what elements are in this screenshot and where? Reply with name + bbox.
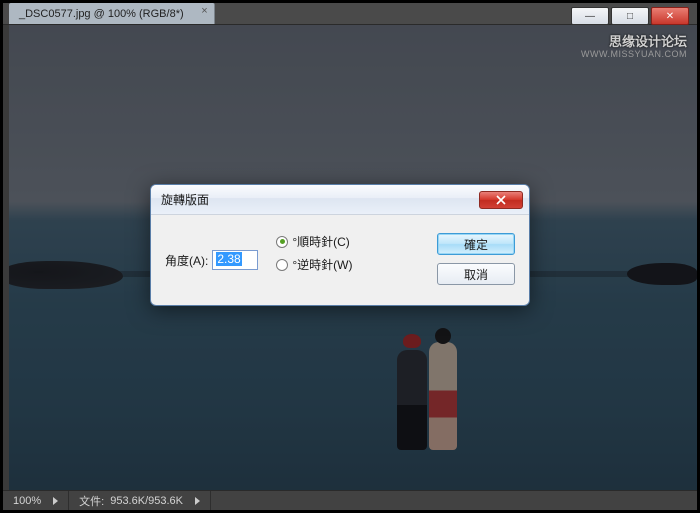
angle-input[interactable]: 2.38 <box>212 250 258 270</box>
dialog-titlebar[interactable]: 旋轉版面 <box>151 185 529 215</box>
cancel-button[interactable]: 取消 <box>437 263 515 285</box>
status-filesize: 文件: 953.6K/953.6K <box>69 491 211 510</box>
close-icon <box>496 195 506 205</box>
status-zoom[interactable]: 100% <box>3 491 69 510</box>
document-tab-title: _DSC0577.jpg @ 100% (RGB/8*) <box>19 8 184 20</box>
radio-clockwise[interactable]: °順時針(C) <box>276 233 352 250</box>
radio-clockwise-label: °順時針(C) <box>292 233 349 250</box>
radio-counterclockwise-label: °逆時針(W) <box>292 256 352 273</box>
angle-label: 角度(A): <box>165 252 208 269</box>
status-bar: 100% 文件: 953.6K/953.6K <box>3 490 697 510</box>
dialog-close-button[interactable] <box>479 191 523 209</box>
angle-value: 2.38 <box>216 252 241 266</box>
window-minimize-button[interactable]: — <box>571 7 609 25</box>
ok-button[interactable]: 確定 <box>437 233 515 255</box>
document-tab[interactable]: _DSC0577.jpg @ 100% (RGB/8*) × <box>9 3 215 24</box>
radio-icon <box>276 236 288 248</box>
close-tab-icon[interactable]: × <box>201 5 207 17</box>
watermark-text: 思缘设计论坛 <box>609 31 687 50</box>
chevron-right-icon <box>53 497 58 505</box>
window-close-button[interactable]: ✕ <box>651 7 689 25</box>
radio-counterclockwise[interactable]: °逆時針(W) <box>276 256 352 273</box>
window-maximize-button[interactable]: □ <box>611 7 649 25</box>
dialog-title: 旋轉版面 <box>161 191 479 208</box>
watermark-url: WWW.MISSYUAN.COM <box>581 49 687 59</box>
ruler-vertical <box>3 25 9 490</box>
rotate-canvas-dialog: 旋轉版面 角度(A): 2.38 °順時針(C) °逆 <box>150 184 530 306</box>
radio-icon <box>276 259 288 271</box>
canvas-area[interactable]: 思缘设计论坛 WWW.MISSYUAN.COM 旋轉版面 角度(A): 2.38… <box>3 25 697 490</box>
chevron-right-icon[interactable] <box>195 497 200 505</box>
